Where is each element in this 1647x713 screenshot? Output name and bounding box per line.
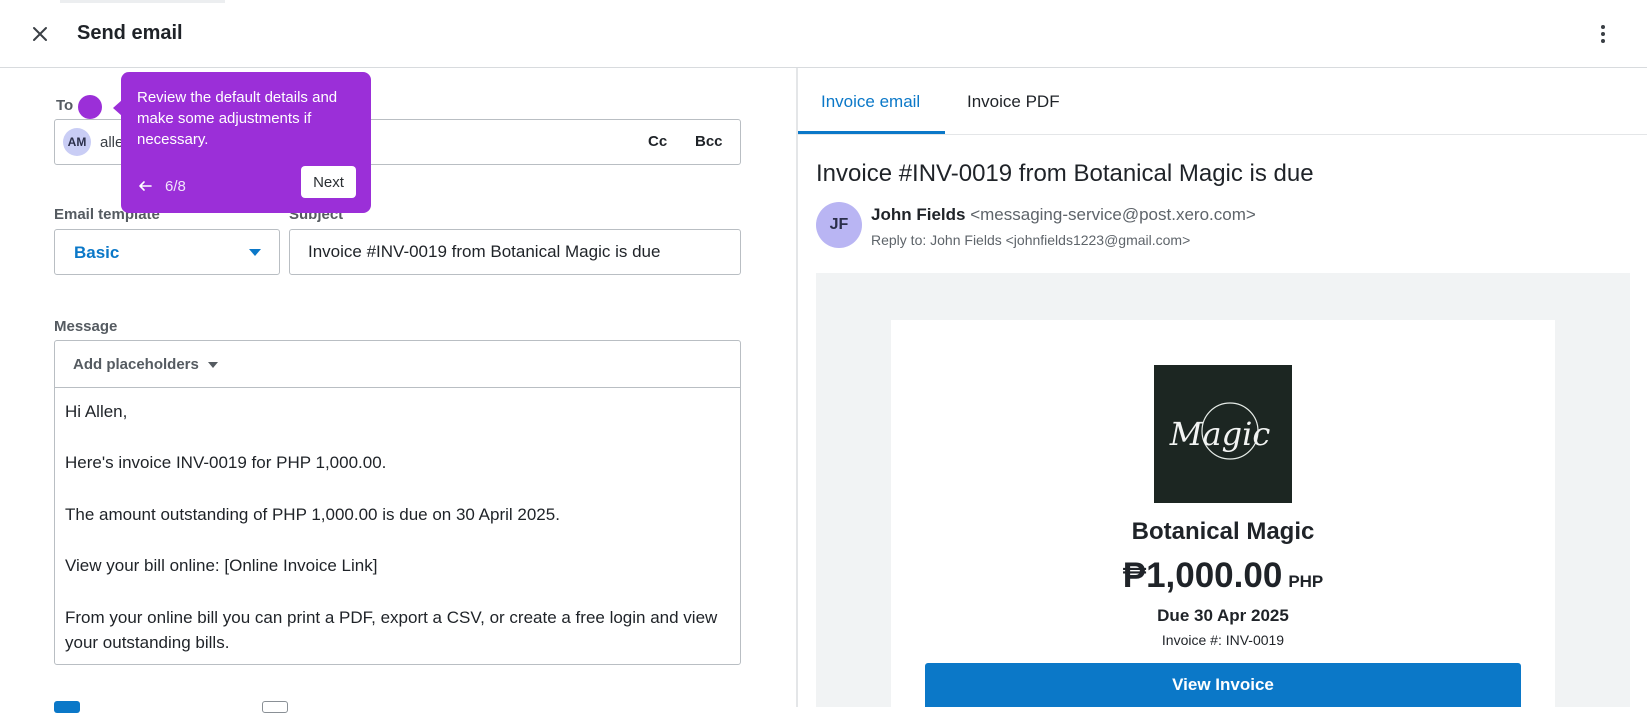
- message-body[interactable]: Hi Allen, Here's invoice INV-0019 for PH…: [65, 399, 730, 656]
- message-paragraph: View your bill online: [Online Invoice L…: [65, 556, 378, 576]
- sender-name: John Fields: [871, 205, 966, 224]
- tab-invoice-pdf[interactable]: Invoice PDF: [967, 92, 1060, 112]
- close-icon: [33, 27, 47, 41]
- tour-pointer: [113, 100, 122, 116]
- tour-step-counter: 6/8: [165, 178, 186, 195]
- recipient-name: alle: [100, 133, 124, 151]
- message-paragraph: Hi Allen,: [65, 402, 128, 421]
- tour-hotspot[interactable]: [78, 95, 102, 119]
- panel-divider: [796, 68, 798, 707]
- close-button[interactable]: [26, 20, 54, 48]
- placeholder-toolbar: Add placeholders: [55, 341, 740, 388]
- tab-invoice-email[interactable]: Invoice email: [821, 92, 920, 112]
- arrow-left-icon: [139, 181, 152, 191]
- recipient-chip[interactable]: AM alle: [63, 128, 123, 156]
- logo-text: Magic: [1169, 415, 1271, 453]
- chevron-down-icon: [249, 249, 261, 256]
- recipient-avatar: AM: [63, 128, 91, 156]
- tour-next-button[interactable]: Next: [301, 166, 356, 198]
- message-paragraph: From your online bill you can print a PD…: [65, 607, 718, 653]
- email-template-select[interactable]: Basic: [54, 229, 280, 275]
- business-name: Botanical Magic: [1131, 518, 1315, 545]
- tour-popover: Review the default details and make some…: [113, 72, 371, 213]
- page-title: Send email: [77, 22, 183, 44]
- subject-input[interactable]: [289, 229, 741, 275]
- tour-text: Review the default details and make some…: [137, 89, 338, 148]
- sender-avatar: JF: [816, 202, 862, 248]
- due-date: Due 30 Apr 2025: [1157, 606, 1289, 625]
- add-placeholders-label: Add placeholders: [73, 356, 199, 373]
- caret-down-icon: [207, 361, 218, 368]
- email-template-value: Basic: [74, 243, 120, 262]
- more-vertical-icon: [1601, 25, 1605, 43]
- invoice-amount: ₱1,000.00: [1122, 556, 1283, 595]
- more-options-button[interactable]: [1589, 20, 1617, 48]
- checkbox-unchecked[interactable]: [262, 701, 288, 713]
- view-invoice-button[interactable]: View Invoice: [925, 663, 1521, 707]
- business-logo: Magic: [1154, 365, 1292, 503]
- checkbox-checked[interactable]: [54, 701, 80, 713]
- invoice-currency: PHP: [1288, 572, 1324, 591]
- message-label: Message: [54, 318, 118, 335]
- bcc-button[interactable]: Bcc: [695, 133, 723, 150]
- email-subject: Invoice #INV-0019 from Botanical Magic i…: [816, 160, 1314, 187]
- invoice-number: Invoice #: INV-0019: [1161, 632, 1285, 648]
- botanical-magic-logo: Magic: [1169, 402, 1271, 460]
- message-paragraph: The amount outstanding of PHP 1,000.00 i…: [65, 504, 560, 524]
- dialog-header: Send email: [0, 0, 1647, 68]
- tabs-divider: [798, 134, 1647, 135]
- to-label: To: [56, 97, 74, 114]
- add-placeholders-button[interactable]: Add placeholders: [73, 356, 218, 373]
- reply-to: Reply to: John Fields <johnfields1223@gm…: [871, 232, 1191, 248]
- header-decoration: [60, 0, 225, 3]
- message-paragraph: Here's invoice INV-0019 for PHP 1,000.00…: [65, 453, 387, 473]
- sender-line: John Fields <messaging-service@post.xero…: [871, 205, 1256, 225]
- amount-row: ₱1,000.00 PHP: [891, 556, 1555, 596]
- sender-address: <messaging-service@post.xero.com>: [970, 205, 1256, 224]
- cc-button[interactable]: Cc: [648, 133, 667, 150]
- tour-back-button[interactable]: [137, 178, 153, 194]
- message-editor[interactable]: Add placeholders Hi Allen, Here's invoic…: [54, 340, 741, 665]
